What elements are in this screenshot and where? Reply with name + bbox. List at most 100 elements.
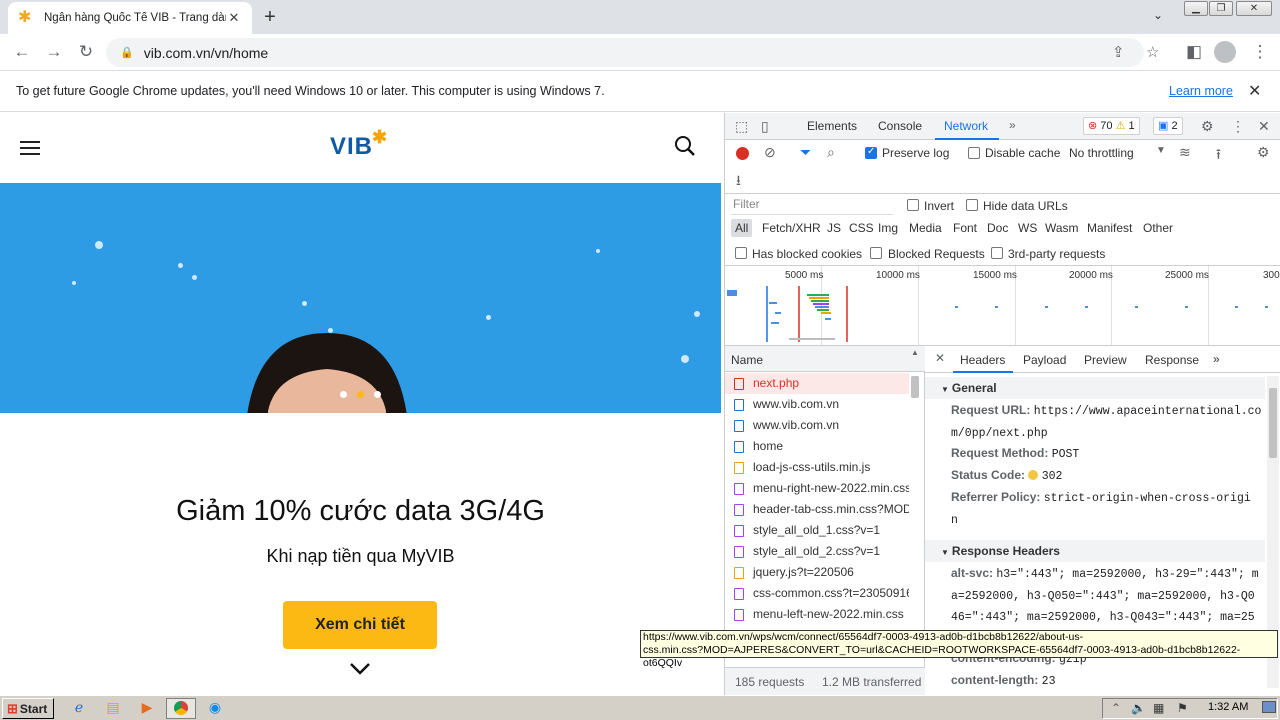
name-column-header[interactable]: Name [731, 353, 763, 367]
blocked-requests-checkbox[interactable] [870, 247, 882, 259]
request-row[interactable]: home [725, 436, 909, 457]
browser-tab[interactable]: ✱ Ngân hàng Quốc Tế VIB - Trang dành ✕ [8, 2, 252, 34]
type-filter-media[interactable]: Media [909, 221, 942, 235]
export-har-icon[interactable]: ⭳ [736, 170, 741, 194]
search-icon[interactable] [674, 135, 696, 157]
throttling-dropdown-icon[interactable]: ▼ [1156, 145, 1166, 156]
third-party-checkbox[interactable] [991, 247, 1003, 259]
invert-checkbox[interactable] [907, 199, 919, 211]
type-filter-fetch[interactable]: Fetch/XHR [762, 221, 821, 235]
lock-icon[interactable]: 🔒 [120, 46, 134, 59]
media-player-icon[interactable]: ▶ [137, 699, 157, 717]
reload-icon[interactable]: ↻ [76, 42, 96, 62]
close-tab-icon[interactable]: ✕ [226, 10, 242, 26]
minimize-window-icon[interactable]: ▁ [1184, 1, 1208, 16]
type-filter-manifest[interactable]: Manifest [1087, 221, 1132, 235]
type-filter-wasm[interactable]: Wasm [1045, 221, 1079, 235]
carousel-dot-active[interactable] [357, 391, 364, 398]
vib-logo[interactable]: VIB ✱ [330, 127, 387, 161]
record-icon[interactable] [736, 147, 749, 160]
edge-icon[interactable]: ◉ [205, 699, 225, 717]
bookmark-star-icon[interactable]: ☆ [1146, 43, 1159, 61]
request-row[interactable]: next.php [725, 373, 909, 394]
request-row[interactable]: style_all_old_1.css?v=1 [725, 520, 909, 541]
tab-console[interactable]: Console [878, 119, 922, 133]
import-har-icon[interactable]: ⭱ [1216, 144, 1221, 168]
type-filter-css[interactable]: CSS [849, 221, 874, 235]
hide-data-urls-checkbox[interactable] [966, 199, 978, 211]
detail-scrollbar-thumb[interactable] [1269, 388, 1277, 458]
tab-elements[interactable]: Elements [807, 119, 857, 133]
show-desktop-icon[interactable] [1262, 701, 1276, 713]
action-center-flag-icon[interactable]: ⚑ [1177, 701, 1188, 715]
devtools-menu-icon[interactable]: ⋮ [1231, 118, 1245, 135]
type-filter-other[interactable]: Other [1143, 221, 1173, 235]
clear-icon[interactable]: ⊘ [764, 144, 776, 161]
request-row[interactable]: header-tab-css.min.css?MOD... [725, 499, 909, 520]
tab-network[interactable]: Network [944, 119, 988, 133]
chevron-down-icon[interactable] [348, 661, 372, 677]
network-conditions-icon[interactable]: ≋ [1179, 144, 1191, 161]
filter-icon[interactable]: ⏷ [800, 144, 811, 161]
new-tab-icon[interactable]: + [260, 6, 280, 29]
forward-icon[interactable]: → [44, 42, 64, 62]
type-filter-doc[interactable]: Doc [987, 221, 1008, 235]
more-tabs-icon[interactable]: » [1009, 118, 1016, 132]
disable-cache-checkbox[interactable] [968, 147, 980, 159]
chrome-taskbar-icon[interactable] [166, 698, 196, 719]
request-row[interactable]: www.vib.com.vn [725, 415, 909, 436]
share-icon[interactable]: ⇪ [1112, 43, 1125, 61]
menu-dots-icon[interactable]: ⋮ [1250, 42, 1270, 62]
device-toolbar-icon[interactable]: ▯ [761, 118, 769, 135]
close-devtools-icon[interactable]: ✕ [1258, 118, 1270, 135]
tab-search-chevron-icon[interactable]: ⌄ [1153, 8, 1163, 22]
inspect-element-icon[interactable]: ⬚ [735, 118, 748, 135]
type-filter-all[interactable]: All [731, 219, 753, 237]
request-row[interactable]: load-js-css-utils.min.js [725, 457, 909, 478]
search-network-icon[interactable]: ⌕ [827, 144, 835, 161]
filter-input[interactable]: Filter [731, 197, 893, 215]
request-row[interactable]: menu-right-new-2022.min.css [725, 478, 909, 499]
hamburger-menu-icon[interactable] [20, 141, 40, 155]
file-explorer-icon[interactable]: ▤ [103, 699, 123, 717]
address-bar[interactable]: 🔒 vib.com.vn/vn/home ⇪ ☆ [106, 38, 1159, 67]
response-headers-section-header[interactable]: ▼ Response Headers [925, 540, 1265, 562]
internet-explorer-icon[interactable]: ℯ [69, 699, 89, 717]
has-blocked-cookies-checkbox[interactable] [735, 247, 747, 259]
request-list-scrollbar[interactable] [911, 376, 919, 398]
volume-icon[interactable]: 🔈 [1131, 701, 1146, 715]
back-icon[interactable]: ← [12, 42, 32, 62]
profile-avatar-icon[interactable] [1214, 41, 1236, 63]
network-overview-timeline[interactable]: 5000 ms 10000 ms 15000 ms 20000 ms 25000… [725, 266, 1280, 346]
type-filter-img[interactable]: Img [878, 221, 898, 235]
type-filter-js[interactable]: JS [827, 221, 841, 235]
messages-badge[interactable]: ▣ 2 [1153, 117, 1183, 135]
tab-headers[interactable]: Headers [960, 353, 1005, 367]
view-details-button[interactable]: Xem chi tiết [283, 601, 437, 649]
clock[interactable]: 1:32 AM [1208, 701, 1248, 713]
type-filter-font[interactable]: Font [953, 221, 977, 235]
request-row[interactable]: www.vib.com.vn [725, 394, 909, 415]
sort-arrow-icon[interactable]: ▲ [911, 348, 919, 357]
tab-payload[interactable]: Payload [1023, 353, 1066, 367]
side-panel-icon[interactable]: ◧ [1184, 42, 1204, 62]
tab-preview[interactable]: Preview [1084, 353, 1127, 367]
close-detail-icon[interactable]: ✕ [935, 351, 945, 365]
tray-chevron-icon[interactable]: ⌃ [1111, 701, 1121, 715]
learn-more-link[interactable]: Learn more [1169, 84, 1233, 98]
request-row[interactable]: jquery.js?t=220506 [725, 562, 909, 583]
request-row[interactable]: menu-left-new-2022.min.css [725, 604, 909, 625]
start-button[interactable]: ⊞ Start [2, 698, 54, 719]
error-warning-badge[interactable]: ⊗ 70 ⚠ 1 [1083, 117, 1140, 135]
carousel-dot[interactable] [340, 391, 347, 398]
throttling-select[interactable]: No throttling [1069, 146, 1134, 160]
restore-window-icon[interactable]: ❐ [1209, 1, 1233, 16]
tab-response[interactable]: Response [1145, 353, 1199, 367]
carousel-dot[interactable] [374, 391, 381, 398]
general-section-header[interactable]: ▼ General [925, 377, 1265, 399]
request-row[interactable]: style_all_old_2.css?v=1 [725, 541, 909, 562]
preserve-log-checkbox[interactable] [865, 146, 877, 159]
close-window-icon[interactable]: ✕ [1236, 1, 1272, 16]
more-detail-tabs-icon[interactable]: » [1213, 352, 1220, 366]
settings-gear-icon[interactable]: ⚙ [1201, 118, 1214, 135]
